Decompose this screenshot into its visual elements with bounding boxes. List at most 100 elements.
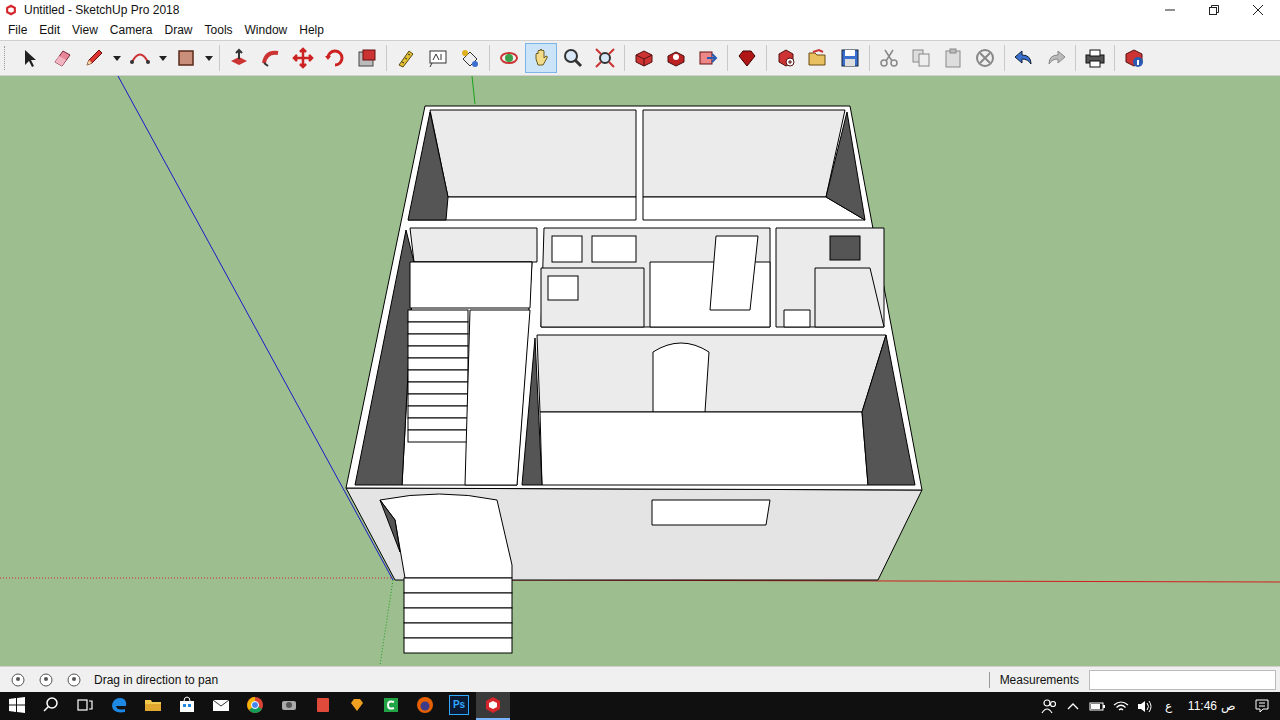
tool-button[interactable] [525,43,557,73]
tool-button[interactable] [660,43,692,73]
tool-button[interactable] [557,43,589,73]
taskbar-app[interactable] [272,692,306,720]
tool-menu-button[interactable] [156,43,170,73]
tool-button[interactable] [589,43,621,73]
battery-icon [1088,697,1106,715]
tool-button[interactable] [873,43,905,73]
dropdown-arrow-icon [159,56,167,61]
minimize-icon [1165,5,1175,15]
tool-button[interactable] [124,43,156,73]
menu-item[interactable]: Camera [104,21,159,39]
menu-item[interactable]: File [2,21,33,39]
tray-item[interactable] [1109,697,1133,715]
menu-item[interactable]: Help [293,21,330,39]
taskbar-app[interactable] [0,692,34,720]
tool-button[interactable] [628,43,660,73]
taskbar-app[interactable] [306,692,340,720]
info-icon [1123,47,1145,69]
gray-icon [279,695,299,715]
taskbar-app[interactable] [102,692,136,720]
tool-button[interactable] [969,43,1001,73]
tool-button[interactable] [454,43,486,73]
tool-button[interactable] [46,43,78,73]
tool-button[interactable] [319,43,351,73]
taskbar-app[interactable] [204,692,238,720]
warehouse-icon [633,47,655,69]
tool-menu-button[interactable] [110,43,124,73]
tool-button[interactable] [287,43,319,73]
sketchup-logo-icon [4,3,18,17]
taskbar-app[interactable]: Ps [442,692,476,720]
clock-time: 11:46 [1188,697,1217,715]
toolbar-group [383,43,486,73]
tool-button[interactable] [255,43,287,73]
restore-button[interactable] [1192,0,1236,20]
tray-item[interactable] [1061,697,1085,715]
tool-button[interactable] [170,43,202,73]
model-canvas[interactable] [0,76,1280,666]
taskbar-app[interactable] [408,692,442,720]
tool-menu-button[interactable] [202,43,216,73]
geo-location-button[interactable] [4,673,32,687]
tool-button[interactable] [14,43,46,73]
tool-button[interactable] [834,43,866,73]
taskbar-app[interactable] [170,692,204,720]
tool-button[interactable] [422,43,454,73]
clock[interactable]: 11:46ص [1180,697,1244,715]
tool-button[interactable] [692,43,724,73]
menu-item[interactable]: Edit [33,21,66,39]
minimize-button[interactable] [1148,0,1192,20]
house-model[interactable] [346,106,922,653]
tool-button[interactable] [937,43,969,73]
search-icon [41,695,61,715]
tool-button[interactable] [1079,43,1111,73]
blue-axis [118,76,393,580]
user-button[interactable] [60,673,88,687]
menu-item[interactable]: View [66,21,104,39]
taskbar-app[interactable] [238,692,272,720]
viewport[interactable] [0,76,1280,666]
rectangle-icon [175,47,197,69]
followme-icon [260,47,282,69]
tool-button[interactable] [1040,43,1072,73]
tool-button[interactable] [1008,43,1040,73]
input-language[interactable]: ع [1157,697,1180,715]
toolbar-separator [219,45,220,71]
sketchup-icon [483,695,503,715]
taskbar-app[interactable] [136,692,170,720]
tool-button[interactable] [390,43,422,73]
notifications-button[interactable] [1244,698,1280,714]
menu-item[interactable]: Tools [199,21,239,39]
title-bar: Untitled - SketchUp Pro 2018 [0,0,1280,20]
tray-item[interactable] [1085,697,1109,715]
tool-button[interactable] [351,43,383,73]
tool-button[interactable] [78,43,110,73]
orange-icon [347,695,367,715]
tool-button[interactable] [802,43,834,73]
photoshop-icon: Ps [449,695,469,715]
menu-item[interactable]: Window [239,21,294,39]
tool-button[interactable] [493,43,525,73]
toolbar-grip[interactable] [4,46,8,70]
toolbar-group [621,43,724,73]
tool-button[interactable] [1118,43,1150,73]
taskbar-app[interactable] [34,692,68,720]
tray-item[interactable] [1133,697,1157,715]
tool-button[interactable] [731,43,763,73]
taskbar-app[interactable] [476,692,510,720]
credits-button[interactable] [32,673,60,687]
tool-button[interactable] [223,43,255,73]
red-icon [313,695,333,715]
menu-item[interactable]: Draw [159,21,199,39]
measurements-input[interactable] [1089,670,1276,690]
toolbar-group [1072,43,1111,73]
select-icon [19,47,41,69]
taskbar-app[interactable] [340,692,374,720]
close-button[interactable] [1236,0,1280,20]
tray-item[interactable] [1037,697,1061,715]
tool-button[interactable] [905,43,937,73]
toolbar-separator [1114,45,1115,71]
tool-button[interactable] [770,43,802,73]
taskbar-app[interactable] [374,692,408,720]
taskbar-app[interactable] [68,692,102,720]
